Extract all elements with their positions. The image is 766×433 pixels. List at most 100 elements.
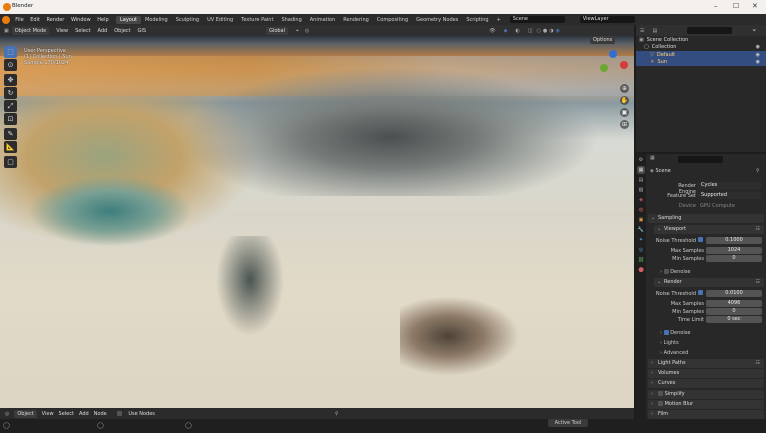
denoise-checkbox[interactable] [663,330,669,335]
menu-window[interactable]: Window [68,17,94,23]
tab-rendering[interactable]: Rendering [339,16,373,24]
render-noise-threshold-checkbox[interactable] [698,290,703,296]
annotate-icon[interactable]: ✎ [4,128,17,140]
scene-selector[interactable]: Scene [509,16,565,23]
cursor-icon[interactable]: ⊙ [4,59,17,71]
menu-add[interactable]: Add [98,28,108,34]
bottom-menu-node[interactable]: Node [94,411,107,417]
lights-subpanel[interactable]: › Lights [660,340,679,346]
simplify-checkbox[interactable] [658,391,663,396]
tab-shading[interactable]: Shading [277,16,305,24]
outliner-search-input[interactable] [687,27,733,34]
list-icon[interactable]: ☷ [756,278,760,287]
render-denoise-row[interactable]: › Denoise [660,330,690,336]
menu-select[interactable]: Select [75,28,90,34]
add-cube-icon[interactable]: ▢ [4,156,17,168]
object-tab-icon[interactable]: ▣ [637,216,645,224]
checkbox-icon[interactable] [698,290,703,295]
device-value[interactable]: GPU Compute [700,203,735,209]
volumes-panel[interactable]: › Volumes [648,369,764,378]
outliner-row[interactable]: ▽ Default ◉ [636,51,766,59]
tab-scripting[interactable]: Scripting [462,16,492,24]
feature-set-dropdown[interactable]: Supported [698,192,762,199]
pan-icon[interactable]: ✋ [620,96,629,105]
sampling-panel-header[interactable]: ⌄ Sampling [648,214,764,223]
time-limit-field[interactable]: 0 sec [706,316,762,323]
render-tab-icon[interactable]: ▦ [637,166,645,174]
viewport-subpanel-header[interactable]: ⌄ Viewport ☷ [654,225,764,234]
close-icon[interactable]: ✕ [752,2,758,10]
max-samples-field[interactable]: 1024 [706,247,762,254]
editor-type-icon-bottom[interactable]: ◎ [5,411,9,417]
editor-type-icon[interactable]: ▣ [4,28,9,34]
menu-render[interactable]: Render [43,17,67,23]
zoom-icon[interactable]: ⊕ [620,84,629,93]
filter-icon[interactable]: ⏷ [752,28,756,34]
menu-view[interactable]: View [56,28,68,34]
tab-geometry-nodes[interactable]: Geometry Nodes [412,16,462,24]
checkbox-icon[interactable] [698,237,703,242]
film-panel[interactable]: › Film [648,410,764,419]
outliner-row[interactable]: ▢ Collection ◉ [636,44,766,52]
min-samples-field[interactable]: 0 [706,255,762,262]
tab-animation[interactable]: Animation [306,16,340,24]
3d-viewport[interactable]: User Perspective (1) Collection | Sun Sa… [0,36,634,408]
view-layer-tab-icon[interactable]: ▧ [637,186,645,194]
blender-menu-icon[interactable] [2,15,10,24]
move-icon[interactable]: ✥ [4,74,17,86]
noise-threshold-checkbox[interactable] [698,237,703,243]
navigation-gizmo[interactable] [598,50,628,80]
menu-object[interactable]: Object [114,28,130,34]
pin-properties-icon[interactable]: ⚲ [756,168,760,174]
curves-panel[interactable]: › Curves [648,379,764,388]
shading-material-icon[interactable]: ◑ [549,28,553,34]
shading-solid-icon[interactable]: ● [543,28,547,34]
y-axis-icon[interactable] [600,64,608,72]
constraints-tab-icon[interactable]: ⛓ [637,256,645,264]
measure-icon[interactable]: 📐 [4,141,17,153]
denoise-checkbox[interactable] [663,269,669,274]
xray-icon[interactable]: ◫ [528,28,533,34]
add-workspace-button[interactable]: + [493,16,505,24]
outliner-row[interactable]: ☀ Sun ◉ [636,58,766,66]
maximize-icon[interactable]: ☐ [733,2,739,10]
overlay-icon[interactable]: ◐ [515,28,519,34]
eye-icon[interactable]: ◉ [756,44,760,50]
view-layer-selector[interactable]: ViewLayer [579,16,635,23]
bottom-menu-add[interactable]: Add [79,411,89,417]
list-icon[interactable]: ☷ [756,225,760,234]
material-tab-icon[interactable]: ⬤ [637,266,645,274]
simplify-panel[interactable]: › Simplify [648,390,764,399]
tab-sculpting[interactable]: Sculpting [172,16,203,24]
perspective-toggle-icon[interactable]: ⊞ [620,120,629,129]
minimize-icon[interactable]: – [714,2,718,10]
options-button[interactable]: Options [590,36,616,44]
light-paths-panel[interactable]: › Light Paths ☷ [648,359,764,368]
menu-file[interactable]: File [12,17,27,23]
mode-dropdown[interactable]: Object Mode [11,26,50,35]
outliner-row[interactable]: ▣ Scene Collection [636,36,766,44]
render-max-samples-field[interactable]: 4096 [706,300,762,307]
render-min-samples-field[interactable]: 0 [706,308,762,315]
use-nodes-check-icon[interactable] [116,410,122,416]
snap-icon[interactable]: ⌖ [296,28,299,34]
scene-tab-icon[interactable]: ◈ [637,196,645,204]
shading-rendered-icon[interactable]: ◉ [556,28,560,34]
tool-tab-icon[interactable]: ⚙ [637,156,645,164]
viewport-denoise-row[interactable]: › Denoise [660,269,690,275]
display-mode-icon[interactable]: ▤ [652,28,657,34]
x-axis-icon[interactable] [620,61,628,69]
physics-tab-icon[interactable]: ◎ [637,246,645,254]
transform-icon[interactable]: ⊡ [4,113,17,125]
tab-modeling[interactable]: Modeling [141,16,172,24]
rotate-icon[interactable]: ↻ [4,87,17,99]
world-tab-icon[interactable]: ◍ [637,206,645,214]
properties-editor-icon[interactable]: ▦ [650,155,655,161]
eye-icon[interactable]: ◉ [756,52,760,58]
scale-icon[interactable]: ⤢ [4,100,17,112]
visibility-icon[interactable]: 👁 [489,28,495,34]
camera-view-icon[interactable]: ▣ [620,108,629,117]
use-nodes-checkbox[interactable]: Use Nodes [112,410,155,417]
menu-gis[interactable]: GIS [138,28,147,34]
particles-tab-icon[interactable]: ✦ [637,236,645,244]
